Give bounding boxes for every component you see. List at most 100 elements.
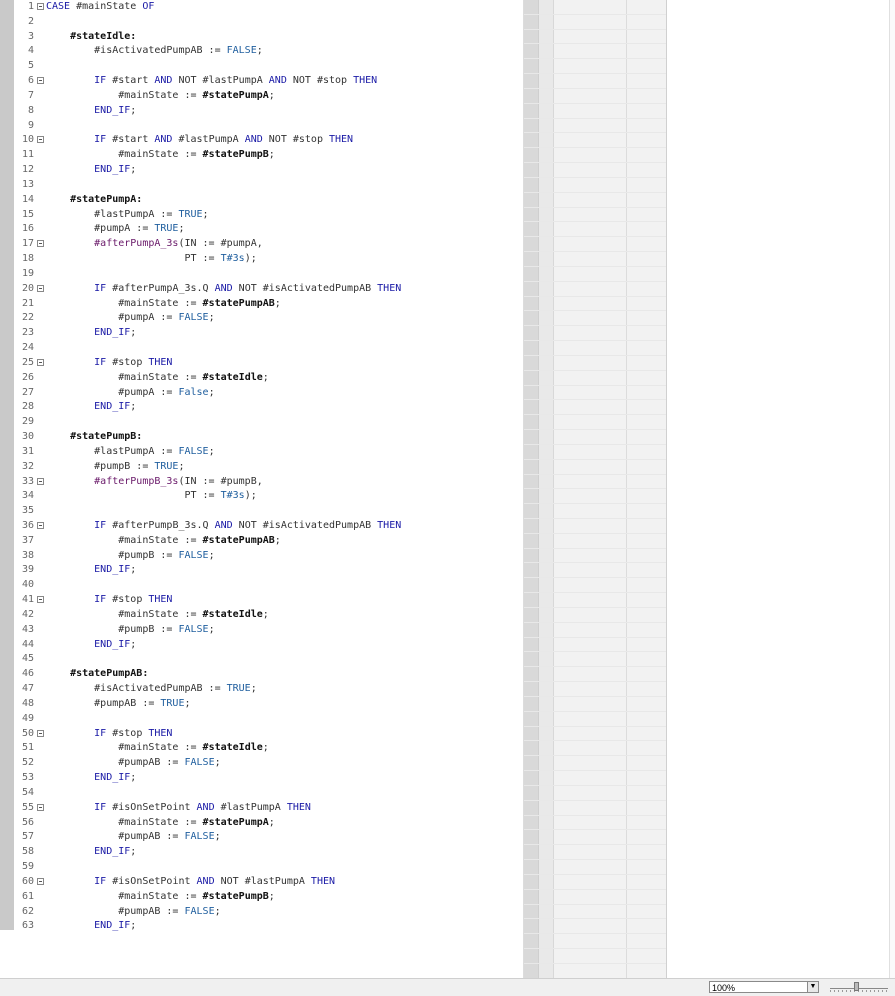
code-line[interactable]: 43 #pumpB := FALSE;	[14, 623, 523, 638]
code-line[interactable]: 33 #afterPumpB_3s(IN := #pumpB,	[14, 475, 523, 490]
code-line[interactable]: 38 #pumpB := FALSE;	[14, 549, 523, 564]
code-line[interactable]: 36 IF #afterPumpB_3s.Q AND NOT #isActiva…	[14, 519, 523, 534]
fold-toggle-icon[interactable]	[34, 801, 46, 816]
code-line[interactable]: 35	[14, 504, 523, 519]
monitor-cell	[539, 222, 554, 237]
code-line[interactable]: 62 #pumpAB := FALSE;	[14, 905, 523, 920]
code-line[interactable]: 52 #pumpAB := FALSE;	[14, 756, 523, 771]
code-line[interactable]: 12 END_IF;	[14, 163, 523, 178]
code-line[interactable]: 5	[14, 59, 523, 74]
monitor-cell	[524, 118, 539, 133]
code-line[interactable]: 15 #lastPumpA := TRUE;	[14, 208, 523, 223]
code-line[interactable]: 1 CASE #mainState OF	[14, 0, 523, 15]
code-token-state: #statePumpA:	[46, 193, 143, 205]
fold-toggle-icon[interactable]	[34, 0, 46, 15]
code-token-kw: IF	[46, 519, 107, 531]
code-line[interactable]: 46 #statePumpAB:	[14, 667, 523, 682]
code-line[interactable]: 31 #lastPumpA := FALSE;	[14, 445, 523, 460]
zoom-select[interactable]: 100% ▼	[709, 981, 819, 993]
code-line[interactable]: 21 #mainState := #statePumpAB;	[14, 297, 523, 312]
fold-toggle-icon[interactable]	[34, 133, 46, 148]
fold-toggle-icon[interactable]	[34, 74, 46, 89]
code-token-op: ;	[274, 534, 281, 546]
code-line[interactable]: 57 #pumpAB := FALSE;	[14, 830, 523, 845]
code-line[interactable]: 63 END_IF;	[14, 919, 523, 934]
monitor-cell	[554, 756, 627, 771]
code-line[interactable]: 58 END_IF;	[14, 845, 523, 860]
code-line[interactable]: 53 END_IF;	[14, 771, 523, 786]
code-line[interactable]: 11 #mainState := #statePumpB;	[14, 148, 523, 163]
code-line[interactable]: 30 #statePumpB:	[14, 430, 523, 445]
code-line[interactable]: 61 #mainState := #statePumpB;	[14, 890, 523, 905]
code-line[interactable]: 50 IF #stop THEN	[14, 727, 523, 742]
line-number: 51	[21, 742, 34, 754]
code-line[interactable]: 10 IF #start AND #lastPumpA AND NOT #sto…	[14, 133, 523, 148]
monitor-cell	[539, 578, 554, 593]
code-line[interactable]: 2	[14, 15, 523, 30]
code-line[interactable]: 20 IF #afterPumpA_3s.Q AND NOT #isActiva…	[14, 282, 523, 297]
code-line[interactable]: 28 END_IF;	[14, 400, 523, 415]
code-line[interactable]: 25 IF #stop THEN	[14, 356, 523, 371]
code-line[interactable]: 54	[14, 786, 523, 801]
monitor-cell	[554, 533, 627, 548]
code-line[interactable]: 3 #stateIdle:	[14, 30, 523, 45]
code-line[interactable]: 27 #pumpA := False;	[14, 386, 523, 401]
fold-toggle-icon[interactable]	[34, 475, 46, 490]
code-line[interactable]: 17 #afterPumpA_3s(IN := #pumpA,	[14, 237, 523, 252]
fold-toggle-icon[interactable]	[34, 356, 46, 371]
code-line[interactable]: 29	[14, 415, 523, 430]
code-line[interactable]: 26 #mainState := #stateIdle;	[14, 371, 523, 386]
zoom-slider[interactable]	[830, 982, 888, 992]
code-line[interactable]: 48 #pumpAB := TRUE;	[14, 697, 523, 712]
code-line[interactable]: 56 #mainState := #statePumpA;	[14, 816, 523, 831]
code-line[interactable]: 22 #pumpA := FALSE;	[14, 311, 523, 326]
code-line[interactable]: 40	[14, 578, 523, 593]
monitor-cell	[539, 163, 554, 177]
code-line[interactable]: 59	[14, 860, 523, 875]
code-line[interactable]: 32 #pumpB := TRUE;	[14, 460, 523, 475]
code-line[interactable]: 7 #mainState := #statePumpA;	[14, 89, 523, 104]
code-line[interactable]: 13	[14, 178, 523, 193]
monitor-cell	[539, 296, 554, 311]
code-editor[interactable]: 1 CASE #mainState OF 2 3 #stateIdle: 4 #isAc…	[14, 0, 523, 935]
code-line[interactable]: 39 END_IF;	[14, 563, 523, 578]
code-line[interactable]: 44 END_IF;	[14, 638, 523, 653]
zoom-slider-thumb[interactable]	[854, 982, 859, 991]
fold-toggle-icon[interactable]	[34, 593, 46, 608]
code-line[interactable]: 34 PT := T#3s);	[14, 489, 523, 504]
code-line[interactable]: 8 END_IF;	[14, 104, 523, 119]
code-line[interactable]: 9	[14, 119, 523, 134]
code-line[interactable]: 41 IF #stop THEN	[14, 593, 523, 608]
code-line[interactable]: 47 #isActivatedPumpAB := TRUE;	[14, 682, 523, 697]
vertical-scrollbar[interactable]	[889, 0, 895, 978]
code-line[interactable]: 42 #mainState := #stateIdle;	[14, 608, 523, 623]
code-token-state: #statePumpB:	[46, 431, 143, 443]
code-line[interactable]: 55 IF #isOnSetPoint AND #lastPumpA THEN	[14, 801, 523, 816]
code-line[interactable]: 18 PT := T#3s);	[14, 252, 523, 267]
code-line[interactable]: 37 #mainState := #statePumpAB;	[14, 534, 523, 549]
chevron-down-icon[interactable]: ▼	[807, 982, 818, 992]
code-line[interactable]: 45	[14, 652, 523, 667]
code-text: IF #isOnSetPoint AND #lastPumpA THEN	[46, 801, 523, 816]
fold-guide	[34, 845, 46, 860]
fold-toggle-icon[interactable]	[34, 727, 46, 742]
fold-toggle-icon[interactable]	[34, 237, 46, 252]
code-line[interactable]: 6 IF #start AND NOT #lastPumpA AND NOT #…	[14, 74, 523, 89]
fold-toggle-icon[interactable]	[34, 519, 46, 534]
code-line[interactable]: 24	[14, 341, 523, 356]
code-line[interactable]: 16 #pumpA := TRUE;	[14, 222, 523, 237]
code-line[interactable]: 19	[14, 267, 523, 282]
monitor-cell	[539, 548, 554, 563]
code-line[interactable]: 23 END_IF;	[14, 326, 523, 341]
monitor-cell	[554, 593, 627, 607]
code-line[interactable]: 4 #isActivatedPumpAB := FALSE;	[14, 44, 523, 59]
line-number: 26	[21, 371, 34, 383]
code-line[interactable]: 51 #mainState := #stateIdle;	[14, 741, 523, 756]
code-line[interactable]: 14 #statePumpA:	[14, 193, 523, 208]
fold-toggle-icon[interactable]	[34, 282, 46, 297]
code-line[interactable]: 60 IF #isOnSetPoint AND NOT #lastPumpA T…	[14, 875, 523, 890]
code-line[interactable]: 49	[14, 712, 523, 727]
line-number: 45	[21, 653, 34, 665]
fold-toggle-icon[interactable]	[34, 875, 46, 890]
code-token-const: TRUE	[160, 697, 185, 709]
